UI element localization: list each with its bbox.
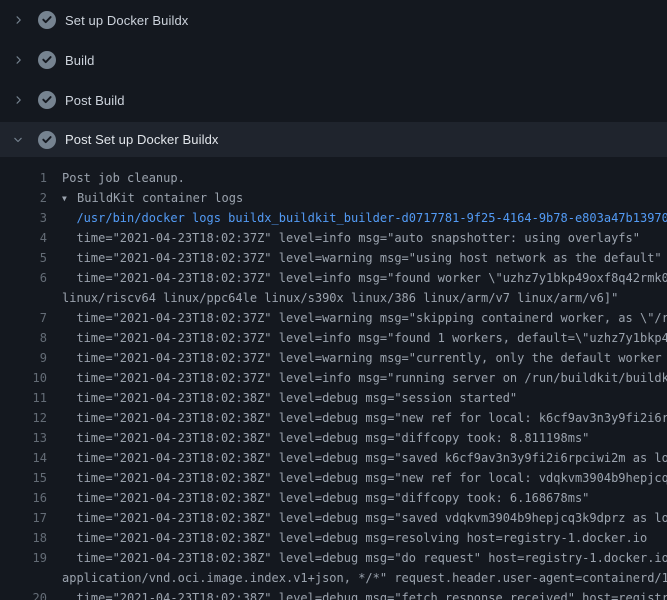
log-line: 17 time="2021-04-23T18:02:38Z" level=deb… (0, 508, 667, 528)
chevron-right-icon (12, 94, 24, 106)
line-number[interactable]: 11 (0, 388, 47, 408)
line-number[interactable]: 16 (0, 488, 47, 508)
log-line: 20 time="2021-04-23T18:02:38Z" level=deb… (0, 588, 667, 600)
line-number[interactable]: 2 (0, 188, 47, 208)
line-number[interactable]: 6 (0, 268, 47, 288)
log-text: Post job cleanup. (47, 168, 185, 188)
line-number[interactable]: 8 (0, 328, 47, 348)
line-number[interactable]: 13 (0, 428, 47, 448)
log-text: linux/riscv64 linux/ppc64le linux/s390x … (47, 288, 618, 308)
chevron-right-icon (12, 54, 24, 66)
log-line: 13 time="2021-04-23T18:02:38Z" level=deb… (0, 428, 667, 448)
log-text: time="2021-04-23T18:02:38Z" level=debug … (47, 408, 667, 428)
log-text: time="2021-04-23T18:02:38Z" level=debug … (47, 428, 589, 448)
check-circle-icon (38, 11, 56, 29)
log-line: 5 time="2021-04-23T18:02:37Z" level=warn… (0, 248, 667, 268)
line-number[interactable]: 10 (0, 368, 47, 388)
log-text: time="2021-04-23T18:02:38Z" level=debug … (47, 448, 667, 468)
log-line: 2 ▼BuildKit container logs (0, 188, 667, 208)
log-text: time="2021-04-23T18:02:38Z" level=debug … (47, 388, 517, 408)
log-line: 3 /usr/bin/docker logs buildx_buildkit_b… (0, 208, 667, 228)
log-line: application/vnd.oci.image.index.v1+json,… (0, 568, 667, 588)
line-number[interactable]: 17 (0, 508, 47, 528)
log-text: ▼BuildKit container logs (47, 188, 243, 208)
log-text: time="2021-04-23T18:02:38Z" level=debug … (47, 528, 647, 548)
line-number[interactable]: 15 (0, 468, 47, 488)
log-line: 11 time="2021-04-23T18:02:38Z" level=deb… (0, 388, 667, 408)
actions-log-viewer: Set up Docker Buildx Build P (0, 0, 667, 600)
log-text: time="2021-04-23T18:02:38Z" level=debug … (47, 548, 667, 568)
log-text: time="2021-04-23T18:02:38Z" level=debug … (47, 588, 667, 600)
log-text: time="2021-04-23T18:02:37Z" level=warnin… (47, 248, 662, 268)
log-line: 18 time="2021-04-23T18:02:38Z" level=deb… (0, 528, 667, 548)
log-text: time="2021-04-23T18:02:37Z" level=warnin… (47, 308, 667, 328)
line-number[interactable]: 1 (0, 168, 47, 188)
group-collapse-triangle-icon[interactable]: ▼ (62, 189, 77, 208)
log-text: time="2021-04-23T18:02:37Z" level=info m… (47, 368, 667, 388)
log-line: 19 time="2021-04-23T18:02:38Z" level=deb… (0, 548, 667, 568)
log-text: time="2021-04-23T18:02:38Z" level=debug … (47, 488, 589, 508)
line-number[interactable]: 5 (0, 248, 47, 268)
log-line: 15 time="2021-04-23T18:02:38Z" level=deb… (0, 468, 667, 488)
chevron-down-icon (12, 134, 24, 146)
line-number (0, 568, 47, 588)
log-text: /usr/bin/docker logs buildx_buildkit_bui… (47, 208, 667, 228)
check-circle-icon (38, 51, 56, 69)
log-line: 14 time="2021-04-23T18:02:38Z" level=deb… (0, 448, 667, 468)
step-header-set-up-docker-buildx[interactable]: Set up Docker Buildx (0, 0, 667, 40)
step-label: Build (65, 53, 94, 68)
line-number[interactable]: 20 (0, 588, 47, 600)
log-line: 7 time="2021-04-23T18:02:37Z" level=warn… (0, 308, 667, 328)
log-text: time="2021-04-23T18:02:37Z" level=info m… (47, 328, 667, 348)
log-line: 6 time="2021-04-23T18:02:37Z" level=info… (0, 268, 667, 288)
line-number[interactable]: 9 (0, 348, 47, 368)
line-number (0, 288, 47, 308)
check-circle-icon (38, 91, 56, 109)
step-header-build[interactable]: Build (0, 40, 667, 80)
step-list: Set up Docker Buildx Build P (0, 0, 667, 157)
log-text: time="2021-04-23T18:02:38Z" level=debug … (47, 468, 667, 488)
line-number[interactable]: 7 (0, 308, 47, 328)
line-number[interactable]: 4 (0, 228, 47, 248)
line-number[interactable]: 3 (0, 208, 47, 228)
log-line: linux/riscv64 linux/ppc64le linux/s390x … (0, 288, 667, 308)
chevron-right-icon (12, 14, 24, 26)
log-text: time="2021-04-23T18:02:37Z" level=info m… (47, 268, 667, 288)
log-text: time="2021-04-23T18:02:37Z" level=info m… (47, 228, 640, 248)
log-line: 12 time="2021-04-23T18:02:38Z" level=deb… (0, 408, 667, 428)
line-number[interactable]: 12 (0, 408, 47, 428)
log-output: 1 Post job cleanup. 2 ▼BuildKit containe… (0, 157, 667, 600)
line-number[interactable]: 19 (0, 548, 47, 568)
check-circle-icon (38, 131, 56, 149)
log-line: 4 time="2021-04-23T18:02:37Z" level=info… (0, 228, 667, 248)
log-text: application/vnd.oci.image.index.v1+json,… (47, 568, 667, 588)
log-line: 10 time="2021-04-23T18:02:37Z" level=inf… (0, 368, 667, 388)
step-header-post-build[interactable]: Post Build (0, 80, 667, 120)
line-number[interactable]: 14 (0, 448, 47, 468)
line-number[interactable]: 18 (0, 528, 47, 548)
step-label: Set up Docker Buildx (65, 13, 188, 28)
log-line: 16 time="2021-04-23T18:02:38Z" level=deb… (0, 488, 667, 508)
step-header-post-set-up-docker-buildx[interactable]: Post Set up Docker Buildx (0, 122, 667, 157)
log-text: time="2021-04-23T18:02:38Z" level=debug … (47, 508, 667, 528)
step-label: Post Build (65, 93, 125, 108)
log-line: 9 time="2021-04-23T18:02:37Z" level=warn… (0, 348, 667, 368)
step-label: Post Set up Docker Buildx (65, 132, 219, 147)
log-line: 1 Post job cleanup. (0, 168, 667, 188)
log-line: 8 time="2021-04-23T18:02:37Z" level=info… (0, 328, 667, 348)
log-text: time="2021-04-23T18:02:37Z" level=warnin… (47, 348, 667, 368)
